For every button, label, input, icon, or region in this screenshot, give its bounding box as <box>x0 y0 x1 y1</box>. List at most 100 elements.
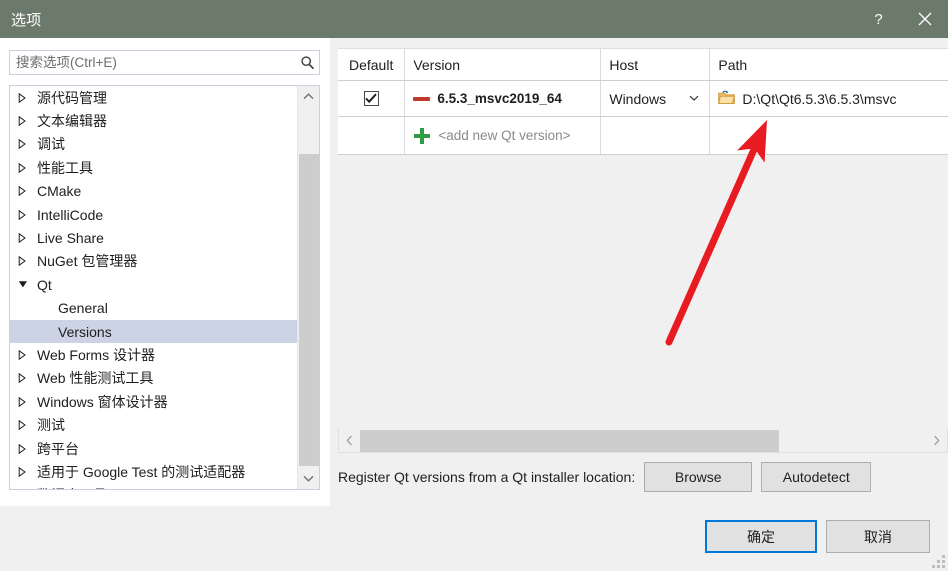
host-cell[interactable]: Windows <box>601 81 711 116</box>
search-icon[interactable] <box>295 51 319 74</box>
chevron-up-icon[interactable] <box>298 86 319 107</box>
sidebar-item[interactable]: 文本编辑器 <box>10 109 297 132</box>
sidebar-item-label: 适用于 Google Test 的测试适配器 <box>37 463 246 480</box>
sidebar-item-label: CMake <box>37 183 82 200</box>
sidebar-item[interactable]: 适用于 Google Test 的测试适配器 <box>10 460 297 483</box>
sidebar-item[interactable]: 性能工具 <box>10 156 297 179</box>
sidebar-item[interactable]: Versions <box>10 319 297 344</box>
sidebar-item[interactable]: Qt <box>10 273 297 296</box>
sidebar-item[interactable]: 跨平台 <box>10 437 297 460</box>
version-cell[interactable]: 6.5.3_msvc2019_64 <box>405 81 602 116</box>
version-label: 6.5.3_msvc2019_64 <box>437 91 562 106</box>
add-default-cell <box>338 117 406 154</box>
table-horizontal-scrollbar[interactable] <box>338 429 948 453</box>
sidebar-item-label: Web 性能测试工具 <box>37 370 154 387</box>
sidebar-item[interactable]: Web Forms 设计器 <box>10 343 297 366</box>
search-input[interactable] <box>10 51 295 74</box>
sidebar-item-label: Live Share <box>37 230 104 247</box>
add-version-cell[interactable]: <add new Qt version> <box>405 117 602 154</box>
autodetect-button[interactable]: Autodetect <box>761 462 872 492</box>
scrollbar-thumb[interactable] <box>360 429 779 452</box>
sidebar-item-label: General <box>58 300 108 317</box>
sidebar-item-label: 调试 <box>37 136 65 153</box>
options-dialog: 选项 ? 源代码管理文本编辑器调试性能工具 CMake IntelliCode Liv… <box>0 0 948 571</box>
chevron-down-icon[interactable] <box>18 280 36 289</box>
chevron-down-icon[interactable] <box>298 468 319 489</box>
cancel-button[interactable]: 取消 <box>826 520 930 553</box>
tree-vertical-scrollbar[interactable] <box>297 86 319 489</box>
chevron-right-icon[interactable] <box>18 349 36 360</box>
sidebar-item[interactable]: IntelliCode <box>10 203 297 226</box>
sidebar-item[interactable]: General <box>10 297 297 320</box>
chevron-right-icon[interactable] <box>18 116 36 127</box>
chevron-right-icon[interactable] <box>18 396 36 407</box>
column-header-default[interactable]: Default <box>338 49 406 80</box>
chevron-left-icon[interactable] <box>339 430 360 452</box>
close-icon[interactable] <box>901 0 948 38</box>
chevron-right-icon[interactable] <box>18 233 36 244</box>
default-cell <box>338 81 406 116</box>
sidebar-item-label: 跨平台 <box>37 440 79 457</box>
table-row[interactable]: 6.5.3_msvc2019_64 Windows D:\Qt\Qt6.5.3\… <box>338 81 948 117</box>
default-checkbox[interactable] <box>363 91 379 106</box>
options-tree-list[interactable]: 源代码管理文本编辑器调试性能工具 CMake IntelliCode Live Sha… <box>10 86 297 489</box>
folder-browse-icon[interactable] <box>718 90 736 108</box>
browse-button[interactable]: Browse <box>644 462 753 492</box>
chevron-right-icon[interactable] <box>926 430 947 452</box>
path-label: D:\Qt\Qt6.5.3\6.5.3\msvc <box>742 90 897 107</box>
search-box[interactable] <box>9 50 320 75</box>
plus-icon <box>413 127 431 145</box>
chevron-right-icon[interactable] <box>18 92 36 103</box>
sidebar-item-label: 性能工具 <box>37 159 93 176</box>
sidebar-item-label: 数据库工具 <box>36 485 107 489</box>
sidebar-item[interactable]: 调试 <box>10 133 297 156</box>
column-header-version[interactable]: Version <box>405 49 602 80</box>
question-mark-icon[interactable]: ? <box>856 0 901 38</box>
column-header-host[interactable]: Host <box>601 49 711 80</box>
ok-button[interactable]: 确定 <box>705 520 817 553</box>
sidebar-item[interactable]: Web 性能测试工具 <box>10 367 297 390</box>
chevron-right-icon[interactable] <box>18 186 36 197</box>
add-host-cell <box>601 117 711 154</box>
sidebar-item[interactable]: Windows 窗体设计器 <box>10 390 297 413</box>
sidebar-item[interactable]: 数据库工具 <box>10 484 297 489</box>
add-version-row[interactable]: <add new Qt version> <box>338 117 948 155</box>
chevron-right-icon[interactable] <box>18 466 36 477</box>
column-header-path[interactable]: Path <box>710 49 948 80</box>
sidebar-item[interactable]: 测试 <box>10 413 297 436</box>
table-header-row: Default Version Host Path <box>338 49 948 81</box>
add-version-label: <add new Qt version> <box>438 128 571 143</box>
sidebar-item[interactable]: NuGet 包管理器 <box>10 250 297 273</box>
title-bar: 选项 ? <box>0 0 948 38</box>
sidebar-item-label: NuGet 包管理器 <box>37 253 138 270</box>
chevron-down-icon[interactable] <box>689 94 699 104</box>
chevron-right-icon[interactable] <box>18 209 36 220</box>
scrollbar-thumb[interactable] <box>299 154 319 466</box>
sidebar-item-label: 文本编辑器 <box>37 113 107 130</box>
sidebar-item-label: Versions <box>58 323 112 340</box>
resize-grip[interactable] <box>932 555 945 568</box>
chevron-right-icon[interactable] <box>18 373 36 384</box>
sidebar-item-label: Qt <box>37 276 52 293</box>
chevron-right-icon[interactable] <box>18 420 36 431</box>
sidebar-item[interactable]: Live Share <box>10 226 297 249</box>
sidebar-item-label: Web Forms 设计器 <box>37 346 155 363</box>
scrollbar-track[interactable] <box>360 429 926 452</box>
host-label: Windows <box>609 90 667 107</box>
chevron-right-icon[interactable] <box>18 256 36 267</box>
register-versions-row: Register Qt versions from a Qt installer… <box>338 462 948 492</box>
dialog-buttons: 确定 取消 <box>705 520 930 553</box>
options-sidebar: 源代码管理文本编辑器调试性能工具 CMake IntelliCode Live Sha… <box>0 38 330 506</box>
chevron-right-icon[interactable] <box>18 162 36 173</box>
window-title: 选项 <box>11 11 42 29</box>
red-dash-icon <box>413 96 431 101</box>
sidebar-item[interactable]: CMake <box>10 180 297 203</box>
sidebar-item[interactable]: 源代码管理 <box>10 86 297 109</box>
sidebar-item-label: 测试 <box>37 417 65 434</box>
path-cell[interactable]: D:\Qt\Qt6.5.3\6.5.3\msvc <box>710 81 948 116</box>
sidebar-item-label: 源代码管理 <box>37 89 107 106</box>
chevron-right-icon[interactable] <box>18 443 36 454</box>
chevron-right-icon[interactable] <box>18 139 36 150</box>
table-empty-area <box>338 155 948 419</box>
sidebar-item-label: Windows 窗体设计器 <box>37 393 168 410</box>
